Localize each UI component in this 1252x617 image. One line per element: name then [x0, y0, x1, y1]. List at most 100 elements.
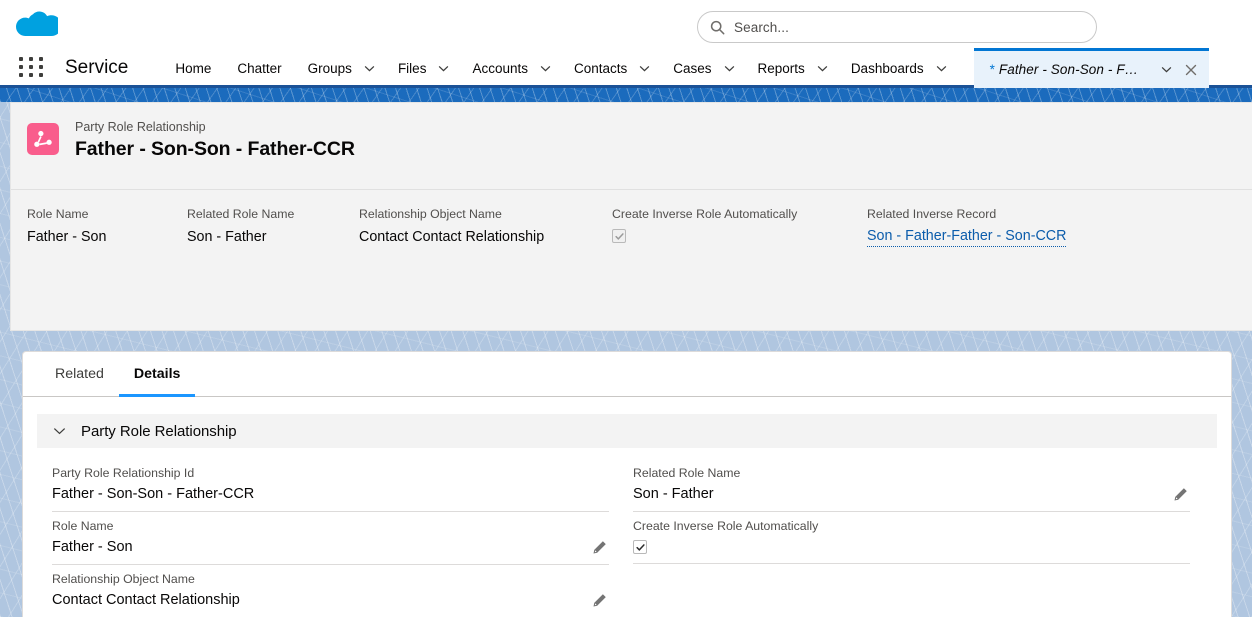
tab-label: Details	[133, 366, 181, 382]
nav-item-label: Contacts	[573, 60, 628, 76]
highlights-field-related-role-name: Related Role Name Son - Father	[187, 206, 359, 247]
field-label: Role Name	[27, 207, 89, 221]
record-object-label: Party Role Relationship	[75, 120, 206, 134]
field-value: Father - Son-Son - Father-CCR	[52, 486, 255, 502]
section-title: Party Role Relationship	[81, 422, 237, 440]
nav-item-groups[interactable]: Groups	[295, 48, 385, 88]
grid-dot	[19, 57, 23, 61]
grid-dot	[39, 57, 44, 61]
record-tabset: Related Details	[23, 352, 1231, 397]
grid-dot	[29, 73, 34, 78]
chevron-down-icon	[439, 65, 449, 71]
field-label: Related Role Name	[633, 466, 741, 480]
field-value: Contact Contact Relationship	[359, 229, 545, 245]
page-background: Party Role Relationship Father - Son-Son…	[0, 88, 1252, 617]
nav-item-label: Accounts	[472, 60, 528, 76]
detail-fields-right-column: Related Role Name Son - Father Create In…	[621, 459, 1202, 617]
nav-item-contacts[interactable]: Contacts	[561, 48, 660, 88]
field-value: Father - Son	[27, 229, 107, 245]
search-icon	[710, 20, 725, 34]
active-record-tab-label: Father - Son-Son - Fath...	[998, 62, 1146, 77]
page-title: Father - Son-Son - Father-CCR	[75, 138, 355, 160]
field-value: Son - Father	[633, 486, 714, 502]
edit-pencil-icon[interactable]	[592, 593, 607, 608]
search-input[interactable]: Search...	[697, 11, 1097, 43]
chevron-down-icon	[540, 65, 551, 71]
tab-related[interactable]: Related	[40, 352, 119, 396]
tab-label: Related	[55, 366, 104, 382]
edit-pencil-icon[interactable]	[592, 540, 607, 555]
decorative-banner-band	[0, 88, 1252, 102]
nav-item-label: Cases	[673, 60, 712, 76]
chevron-down-icon	[817, 65, 828, 71]
highlights-field-row: Role Name Father - Son Related Role Name…	[11, 190, 1252, 247]
record-header: Party Role Relationship Father - Son-Son…	[11, 103, 1252, 183]
create-inverse-role-checkbox	[633, 540, 647, 554]
detail-field-relationship-object-name: Relationship Object Name Contact Contact…	[52, 565, 609, 617]
close-icon[interactable]	[1185, 64, 1197, 76]
field-label: Role Name	[52, 519, 114, 533]
relationship-glyph	[33, 130, 52, 147]
section-header-party-role-relationship[interactable]: Party Role Relationship	[37, 414, 1217, 448]
app-navigation-bar: Service Home Chatter Groups Files Accoun…	[0, 48, 1252, 88]
grid-dot	[19, 65, 23, 70]
detail-fields-grid: Party Role Relationship Id Father - Son-…	[23, 448, 1231, 617]
highlights-field-related-inverse-record: Related Inverse Record Son - Father-Fath…	[867, 206, 1067, 247]
search-placeholder: Search...	[734, 19, 789, 35]
field-label: Related Inverse Record	[867, 207, 997, 221]
detail-field-role-name: Role Name Father - Son	[52, 512, 609, 565]
salesforce-cloud-logo[interactable]	[16, 10, 58, 40]
chevron-down-icon[interactable]	[53, 427, 66, 435]
field-value: Son - Father	[187, 229, 267, 245]
edit-pencil-icon[interactable]	[1173, 487, 1188, 502]
nav-item-reports[interactable]: Reports	[745, 48, 838, 88]
active-record-tab[interactable]: * Father - Son-Son - Fath...	[973, 48, 1209, 88]
highlights-field-relationship-object-name: Relationship Object Name Contact Contact…	[359, 206, 612, 247]
tab-details[interactable]: Details	[118, 352, 196, 397]
check-icon	[635, 543, 645, 551]
global-header: Search... Service Home Chatter Groups Fi…	[0, 0, 1252, 88]
nav-item-home[interactable]: Home	[162, 48, 224, 88]
nav-item-label: Files	[397, 60, 427, 76]
chevron-down-icon	[364, 65, 375, 71]
record-detail-card: Related Details Party Role Relationship …	[22, 351, 1232, 617]
nav-item-chatter[interactable]: Chatter	[224, 48, 294, 88]
check-icon	[614, 232, 624, 240]
nav-item-label: Home	[175, 60, 212, 76]
nav-item-label: Groups	[307, 60, 352, 76]
grid-dot	[29, 57, 34, 61]
related-inverse-record-link[interactable]: Son - Father-Father - Son-CCR	[867, 227, 1067, 247]
detail-field-create-inverse-role-automatically: Create Inverse Role Automatically	[633, 512, 1190, 564]
create-inverse-role-checkbox	[612, 229, 626, 243]
nav-item-label: Chatter	[237, 60, 282, 76]
global-search-container[interactable]: Search...	[697, 11, 1097, 43]
detail-fields-left-column: Party Role Relationship Id Father - Son-…	[40, 459, 621, 617]
field-label: Related Role Name	[187, 207, 295, 221]
relationship-icon	[27, 123, 59, 155]
chevron-down-icon	[639, 65, 650, 71]
nav-item-dashboards[interactable]: Dashboards	[838, 48, 957, 88]
grid-dot	[39, 65, 44, 70]
field-label: Party Role Relationship Id	[52, 466, 195, 480]
highlights-field-role-name: Role Name Father - Son	[27, 206, 187, 247]
chevron-down-icon[interactable]	[1161, 66, 1172, 73]
nav-item-list: Home Chatter Groups Files Accounts Conta…	[162, 48, 1252, 88]
grid-dot	[29, 65, 34, 70]
field-label: Relationship Object Name	[52, 572, 195, 586]
nav-item-label: Reports	[757, 60, 805, 76]
field-label: Relationship Object Name	[359, 207, 502, 221]
nav-item-files[interactable]: Files	[385, 48, 460, 88]
field-value: Contact Contact Relationship	[52, 592, 240, 608]
detail-field-party-role-relationship-id: Party Role Relationship Id Father - Son-…	[52, 459, 609, 512]
field-label: Create Inverse Role Automatically	[612, 207, 798, 221]
highlights-field-create-inverse-role: Create Inverse Role Automatically	[612, 206, 867, 247]
field-value: Father - Son	[52, 539, 133, 555]
app-launcher-icon[interactable]	[19, 57, 47, 79]
nav-item-accounts[interactable]: Accounts	[459, 48, 561, 88]
app-name[interactable]: Service	[65, 57, 128, 79]
grid-dot	[19, 73, 23, 78]
grid-dot	[39, 73, 44, 78]
nav-item-cases[interactable]: Cases	[660, 48, 744, 88]
record-highlights-panel: Party Role Relationship Father - Son-Son…	[10, 102, 1252, 331]
detail-field-related-role-name: Related Role Name Son - Father	[633, 459, 1190, 512]
